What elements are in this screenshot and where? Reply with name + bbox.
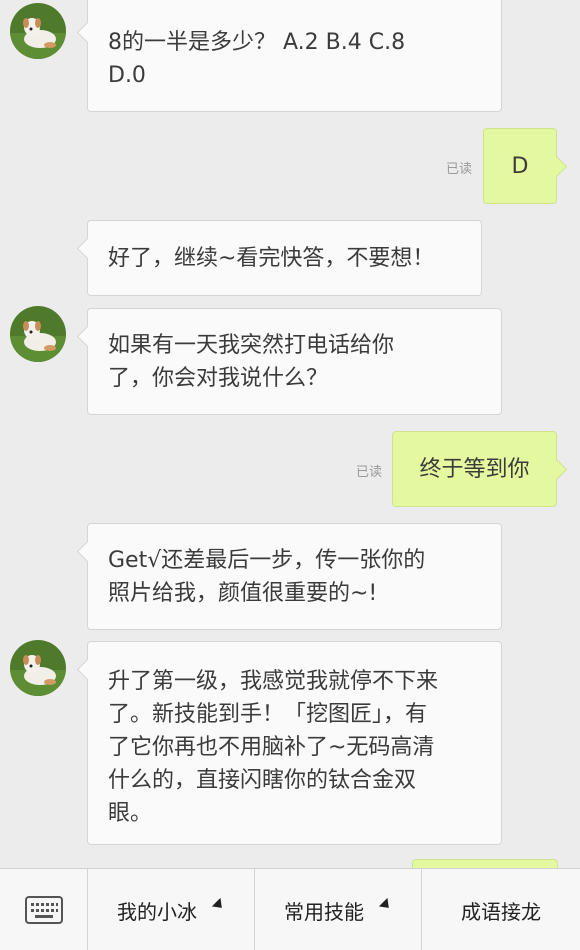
submenu-indicator-icon (378, 897, 394, 913)
outgoing-message-bubble[interactable]: 终于等到你 (392, 431, 568, 507)
message-text: 升了第一级，我感觉我就停不下来 了。新技能到手！「挖图匠」，有 了它你再也不用脑… (108, 669, 439, 826)
menu-idiom-chain[interactable]: 成语接龙 (422, 869, 580, 950)
incoming-message-bubble[interactable]: Get√还差最后一步，传一张你的 照片给我，颜值很重要的~! (76, 523, 502, 630)
message-text: 好了，继续~看完快答，不要想！ (108, 246, 435, 271)
incoming-message-bubble[interactable]: 8的一半是多少？ A.2 B.4 C.8 D.0 (76, 0, 502, 112)
chat-screen: 8的一半是多少？ A.2 B.4 C.8 D.0 已读 D 好了，继续~看完快答… (0, 0, 580, 950)
incoming-message-bubble[interactable]: 升了第一级，我感觉我就停不下来 了。新技能到手！「挖图匠」，有 了它你再也不用脑… (76, 641, 502, 845)
outgoing-message-bubble[interactable]: D (483, 128, 568, 204)
dog-avatar-image (10, 640, 66, 696)
menu-my-xiaoice[interactable]: 我的小冰 (88, 869, 254, 950)
incoming-message-bubble[interactable]: 好了，继续~看完快答，不要想！ (76, 220, 482, 296)
avatar-dog[interactable] (10, 640, 66, 696)
submenu-indicator-icon (211, 897, 227, 913)
message-text: 如果有一天我突然打电话给你 了，你会对我说什么？ (108, 333, 395, 391)
message-text: 终于等到你 (419, 456, 530, 482)
menu-label: 我的小冰 (117, 899, 197, 924)
message-text: Get√还差最后一步，传一张你的 照片给我，颜值很重要的~! (108, 548, 426, 606)
keyboard-icon (24, 896, 63, 924)
bottom-toolbar: 我的小冰 常用技能 成语接龙 (0, 868, 580, 950)
keyboard-toggle-button[interactable] (0, 869, 87, 950)
dog-avatar-image (10, 3, 66, 59)
message-text: D (511, 153, 529, 179)
avatar-dog[interactable] (10, 3, 66, 59)
message-text: 8的一半是多少？ A.2 B.4 C.8 D.0 (108, 30, 406, 88)
menu-label: 成语接龙 (461, 899, 541, 924)
avatar-dog[interactable] (10, 306, 66, 362)
dog-avatar-image (10, 306, 66, 362)
menu-common-skills[interactable]: 常用技能 (255, 869, 421, 950)
read-receipt: 已读 (356, 465, 383, 480)
read-receipt: 已读 (446, 162, 473, 177)
menu-label: 常用技能 (284, 899, 364, 924)
incoming-message-bubble[interactable]: 如果有一天我突然打电话给你 了，你会对我说什么？ (76, 308, 502, 415)
